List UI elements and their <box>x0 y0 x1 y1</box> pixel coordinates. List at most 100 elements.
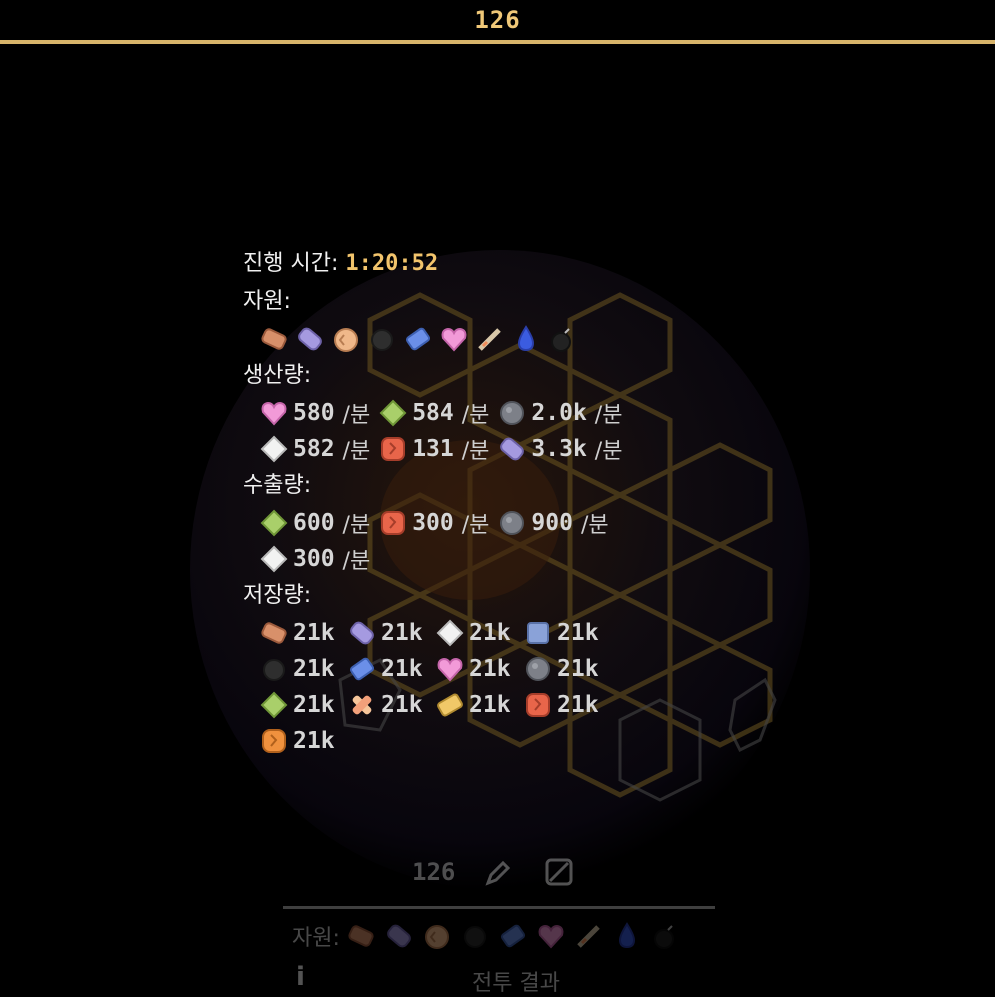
storage-item: 21k <box>347 618 435 648</box>
storage-item: 21k <box>259 654 347 684</box>
blue-crystal-icon <box>349 657 375 681</box>
rate-value: 131 <box>412 436 454 462</box>
copper-bar-icon <box>348 925 374 947</box>
storage-value: 21k <box>293 620 335 646</box>
storage-value: 21k <box>469 656 511 682</box>
storage-value: 21k <box>293 728 335 754</box>
storage-value: 21k <box>381 656 423 682</box>
rate-item: 131/분 <box>378 433 489 465</box>
rate-item: 3.3k/분 <box>497 433 622 465</box>
elapsed-value: 1:20:52 <box>345 251 439 276</box>
edit-icon[interactable] <box>483 858 513 888</box>
peach-ore-icon <box>424 925 449 949</box>
block-icon[interactable] <box>544 857 574 887</box>
rate-value: 900 <box>531 510 573 536</box>
info-icon[interactable]: i <box>296 962 305 992</box>
rate-unit: /분 <box>461 439 490 464</box>
rate-value: 2.0k <box>531 400 587 426</box>
water-drop-icon <box>517 325 535 352</box>
storage-item: 21k <box>259 618 347 648</box>
storage-item: 21k <box>347 690 435 720</box>
purple-bar-icon <box>500 437 525 461</box>
rate-item: 300/분 <box>378 507 489 539</box>
stone-icon <box>500 401 525 425</box>
storage-value: 21k <box>293 656 335 682</box>
stone-icon <box>500 511 525 535</box>
storage-item: 21k <box>259 726 347 756</box>
storage-value: 21k <box>557 620 599 646</box>
battle-result-label[interactable]: 전투 결과 <box>472 965 560 997</box>
rate-unit: /분 <box>594 403 623 428</box>
info-panel: 진행 시간: 1:20:52 자원: 생산량: 580/분 584/분 2.0k/분… <box>243 245 803 759</box>
rate-value: 580 <box>293 400 335 426</box>
white-crystal-icon <box>436 619 464 647</box>
red-ore-icon <box>381 511 406 535</box>
bottom-resource-icons <box>346 921 688 951</box>
coal-icon <box>263 659 285 681</box>
storage-list: 21k 21k 21k 21k 21k 21k 21k 21k 21k 21k 21k 21k 21k <box>243 615 803 759</box>
purple-bar-icon <box>350 621 374 645</box>
blue-cube-icon <box>527 622 549 644</box>
top-title: 126 <box>474 6 521 34</box>
red-ore-icon <box>381 437 406 461</box>
production-list: 580/분 584/분 2.0k/분 582/분 131/분 3.3k/분 <box>243 395 803 467</box>
copper-bar-icon <box>261 622 287 644</box>
heart-gem-icon <box>437 657 463 682</box>
heart-gem-icon <box>538 924 564 949</box>
water-drop-icon <box>618 922 635 949</box>
gold-bar-icon <box>437 693 463 717</box>
rate-item: 300/분 <box>259 543 370 575</box>
orange-ore-icon <box>262 729 286 753</box>
rate-unit: /분 <box>342 513 371 538</box>
elapsed-row: 진행 시간: 1:20:52 <box>243 245 803 283</box>
rate-item: 600/분 <box>259 507 370 539</box>
coal-icon <box>371 329 393 351</box>
storage-item: 21k <box>435 654 523 684</box>
storage-item: 21k <box>259 690 347 720</box>
storage-line: 21k 21k 21k 21k <box>243 687 803 723</box>
rate-value: 582 <box>293 436 335 462</box>
rate-unit: /분 <box>342 549 371 574</box>
storage-value: 21k <box>557 656 599 682</box>
storage-value: 21k <box>557 692 599 718</box>
stone-icon <box>526 657 550 681</box>
blue-crystal-icon <box>405 327 431 351</box>
green-gem-icon <box>379 399 407 427</box>
production-line: 582/분 131/분 3.3k/분 <box>243 431 803 467</box>
feather-icon <box>478 328 501 351</box>
white-crystal-icon <box>260 435 288 463</box>
storage-item: 21k <box>347 654 435 684</box>
heart-gem-icon <box>441 327 467 352</box>
green-gem-icon <box>260 691 288 719</box>
export-list: 600/분 300/분 900/분 300/분 <box>243 505 803 577</box>
storage-line: 21k <box>243 723 803 759</box>
elapsed-label: 진행 시간: <box>243 251 339 276</box>
storage-value: 21k <box>293 692 335 718</box>
bottom-resource-row: 자원: <box>292 920 688 952</box>
production-line: 580/분 584/분 2.0k/분 <box>243 395 803 431</box>
rate-item: 900/분 <box>497 507 609 539</box>
blue-crystal-icon <box>500 924 525 948</box>
rate-item: 2.0k/분 <box>497 397 622 429</box>
rate-value: 300 <box>412 510 454 536</box>
bomb-icon <box>653 925 674 949</box>
storage-value: 21k <box>381 692 423 718</box>
purple-bar-icon <box>387 924 411 948</box>
white-crystal-icon <box>260 545 288 573</box>
storage-line: 21k 21k 21k 21k <box>243 651 803 687</box>
storage-value: 21k <box>469 692 511 718</box>
rate-item: 584/분 <box>378 397 489 429</box>
resource-icon-row <box>243 321 803 357</box>
storage-label: 저장량: <box>243 583 312 608</box>
rate-unit: /분 <box>342 403 371 428</box>
export-line: 300/분 <box>243 541 803 577</box>
heart-gem-icon <box>261 401 287 426</box>
storage-value: 21k <box>469 620 511 646</box>
rate-item: 582/분 <box>259 433 370 465</box>
green-gem-icon <box>260 509 288 537</box>
peach-ore-icon <box>334 328 358 352</box>
export-line: 600/분 300/분 900/분 <box>243 505 803 541</box>
export-label: 수출량: <box>243 473 312 498</box>
rate-unit: /분 <box>594 439 623 464</box>
rate-value: 600 <box>293 510 335 536</box>
